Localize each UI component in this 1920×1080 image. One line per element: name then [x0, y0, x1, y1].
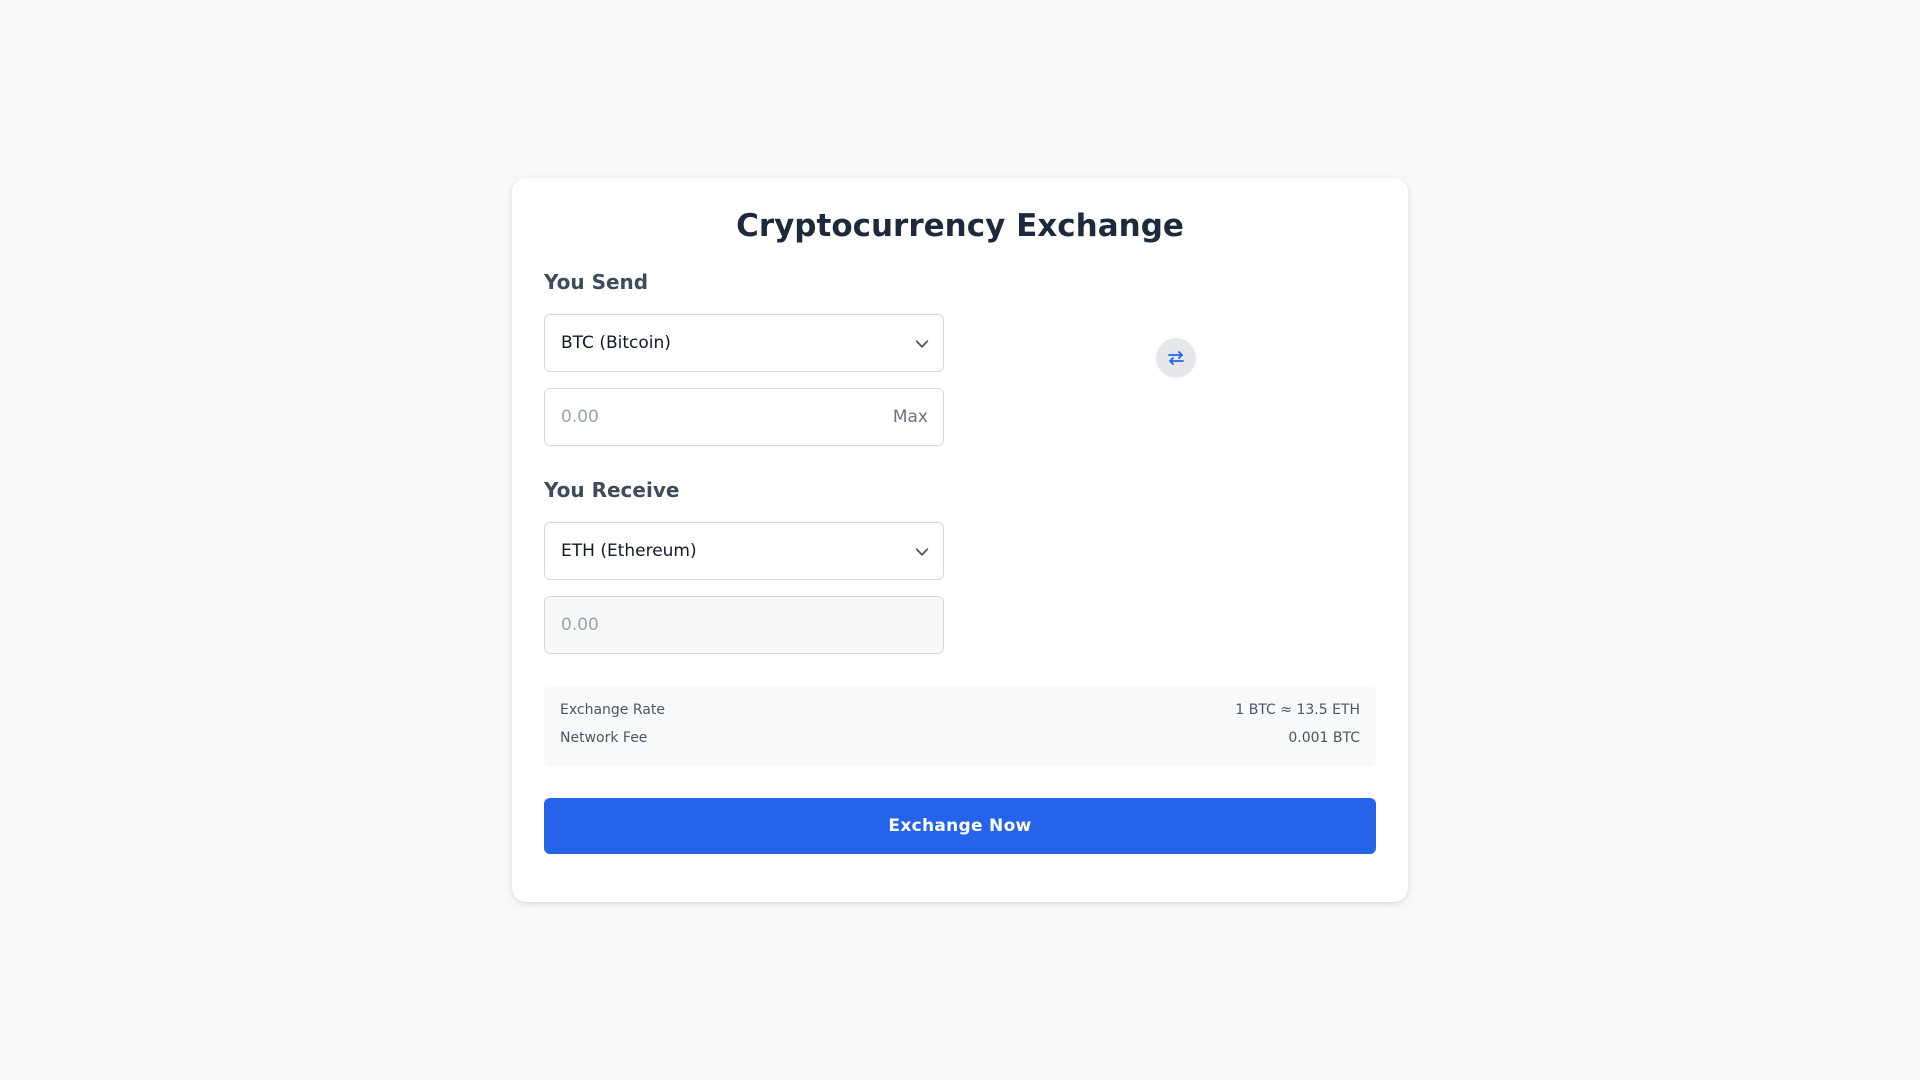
chevron-down-icon — [915, 340, 929, 348]
network-fee-label: Network Fee — [560, 730, 648, 746]
send-amount-input[interactable]: 0.00 Max — [544, 388, 944, 446]
send-section-label: You Send — [544, 270, 649, 294]
network-fee-row: Network Fee 0.001 BTC — [560, 730, 1360, 750]
swap-currencies-button[interactable] — [1156, 338, 1196, 378]
exchange-rate-label: Exchange Rate — [560, 702, 665, 718]
send-amount-placeholder: 0.00 — [561, 407, 599, 427]
page-title: Cryptocurrency Exchange — [736, 208, 1184, 244]
send-currency-select[interactable]: BTC (Bitcoin) — [544, 314, 944, 372]
exchange-info-panel: Exchange Rate 1 BTC ≈ 13.5 ETH Network F… — [544, 686, 1376, 766]
network-fee-value: 0.001 BTC — [1288, 730, 1360, 746]
receive-currency-value: ETH (Ethereum) — [561, 541, 697, 561]
receive-currency-select[interactable]: ETH (Ethereum) — [544, 522, 944, 580]
chevron-down-icon — [915, 548, 929, 556]
max-button[interactable]: Max — [893, 389, 928, 445]
exchange-rate-value: 1 BTC ≈ 13.5 ETH — [1235, 702, 1360, 718]
receive-amount-field: 0.00 — [544, 596, 944, 654]
receive-amount-placeholder: 0.00 — [561, 615, 599, 635]
exchange-now-button[interactable]: Exchange Now — [544, 798, 1376, 854]
exchange-rate-row: Exchange Rate 1 BTC ≈ 13.5 ETH — [560, 702, 1360, 722]
receive-section-label: You Receive — [544, 478, 680, 502]
exchange-card: Cryptocurrency Exchange You Send BTC (Bi… — [512, 178, 1408, 902]
swap-arrows-icon — [1168, 351, 1184, 365]
send-currency-value: BTC (Bitcoin) — [561, 333, 671, 353]
